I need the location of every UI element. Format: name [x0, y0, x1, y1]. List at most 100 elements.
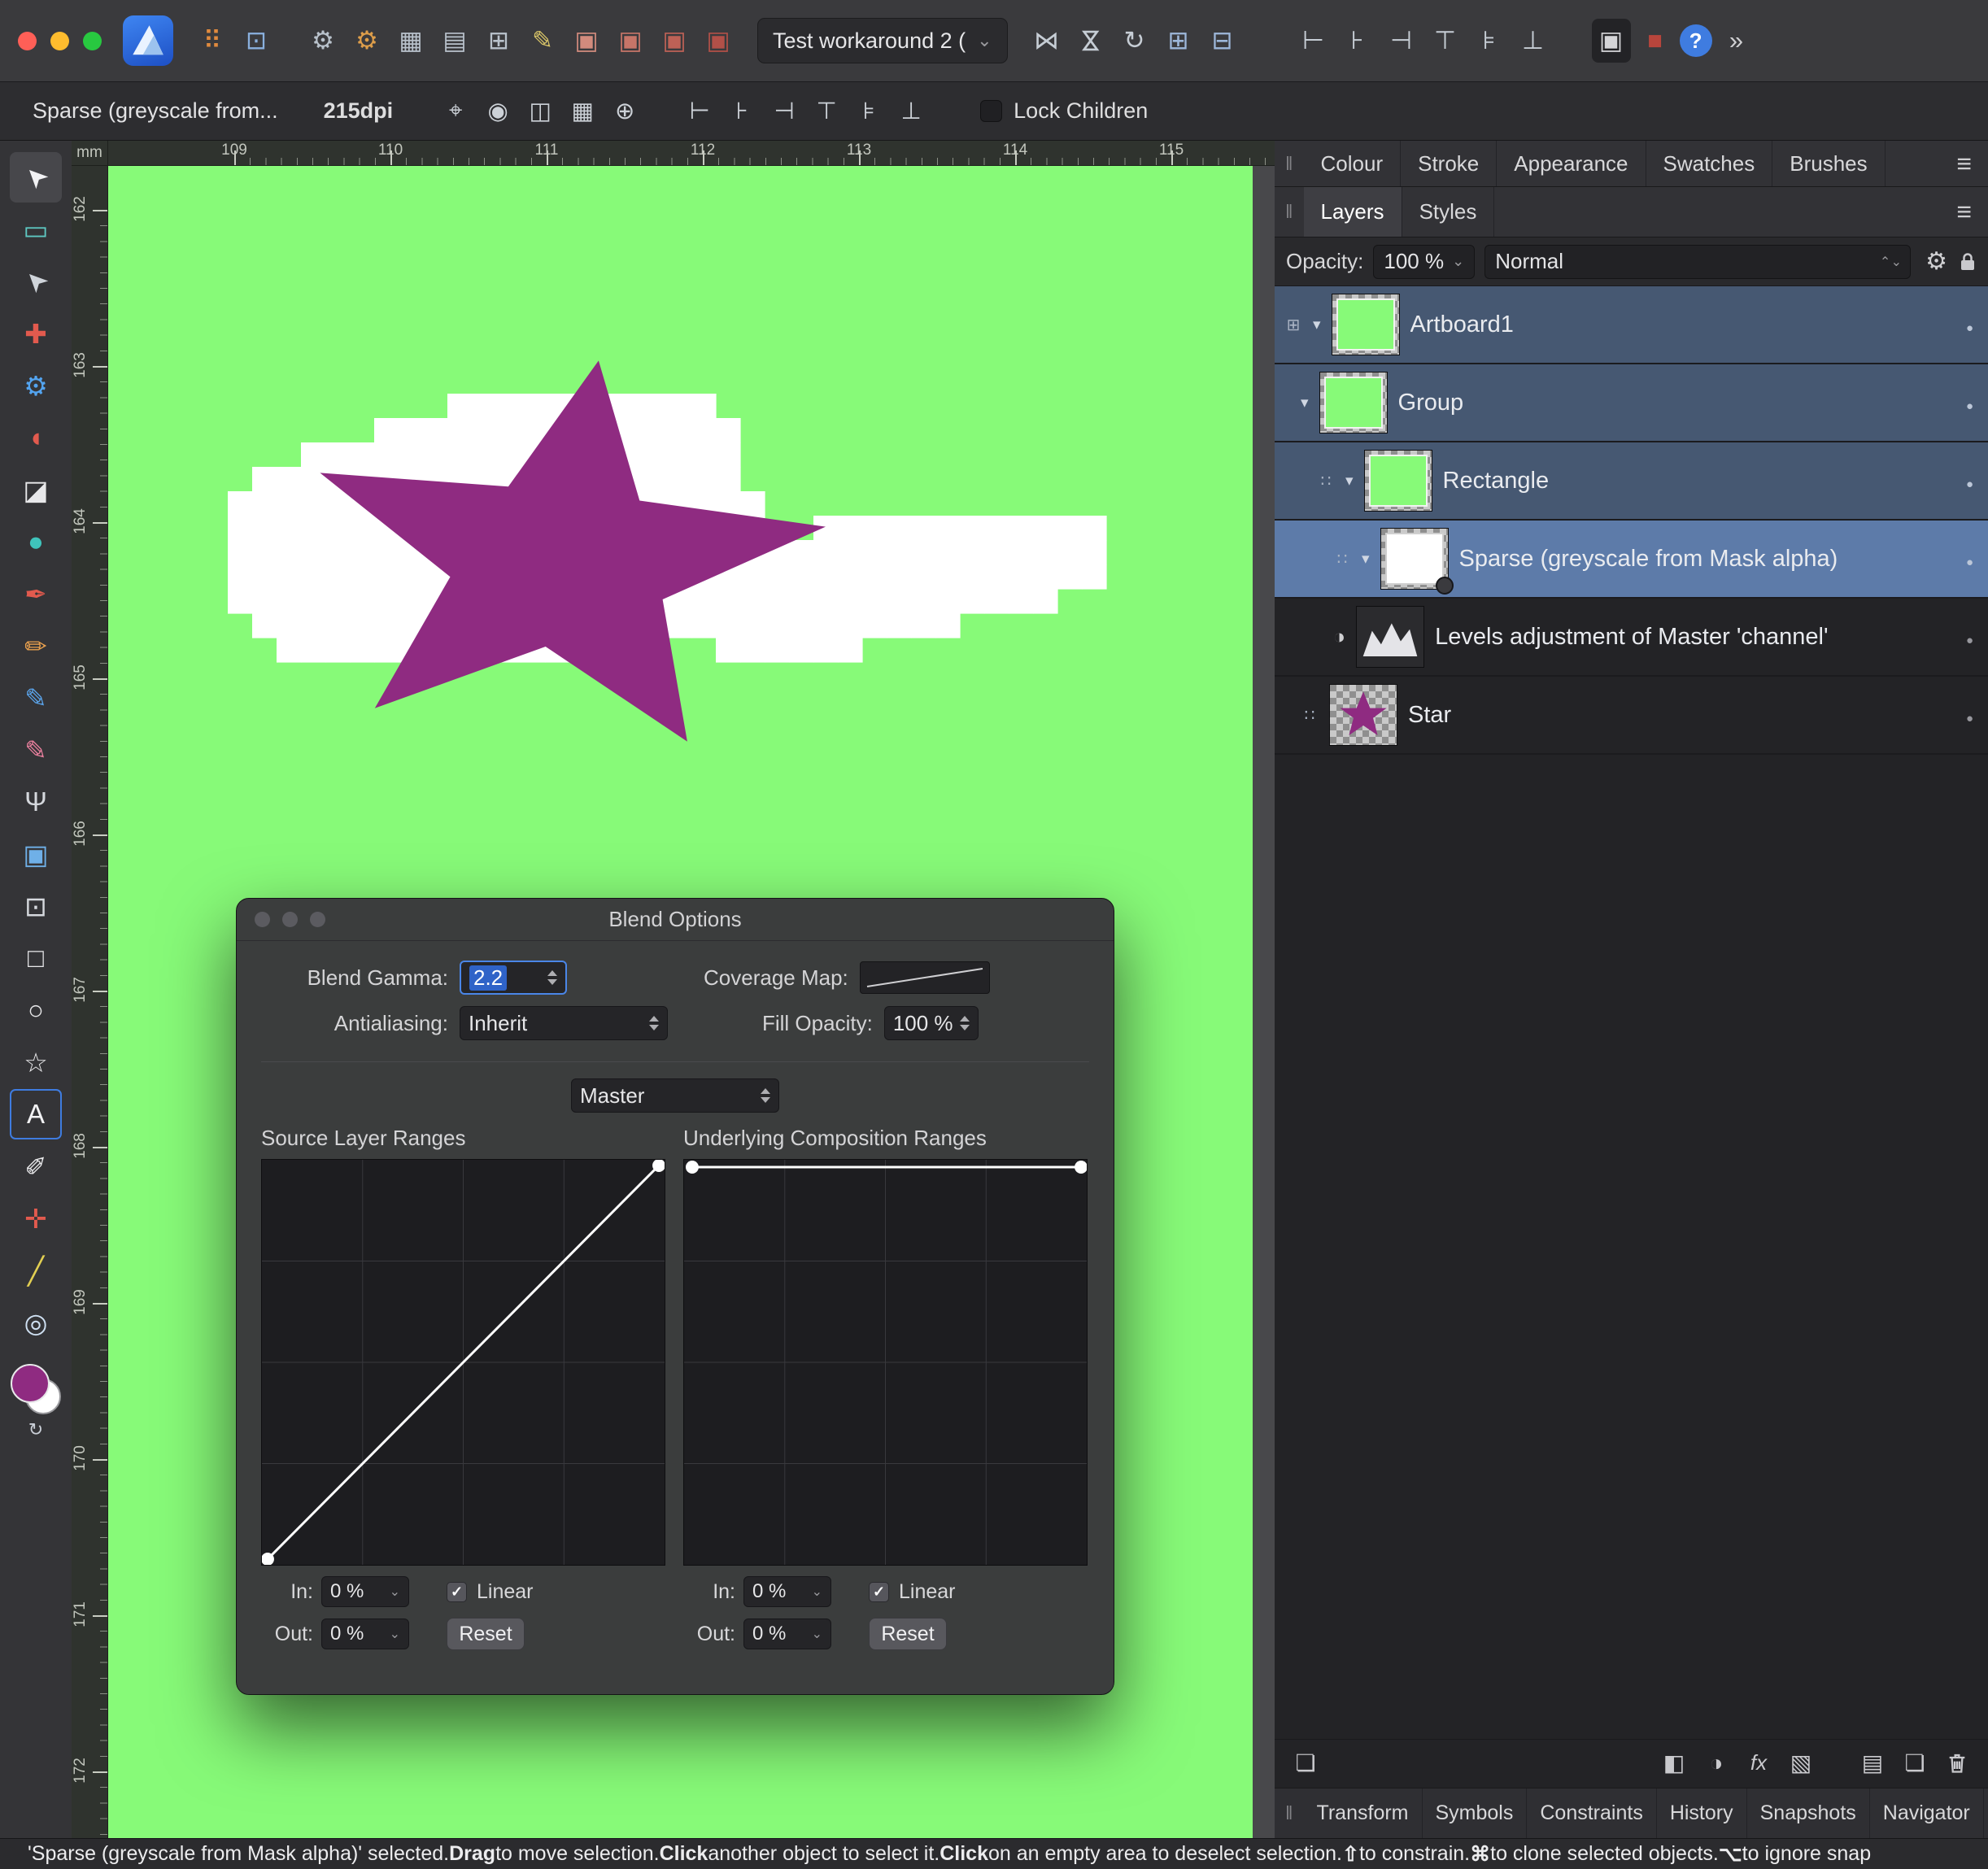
flip-horizontal-icon[interactable]: ⋈: [1027, 19, 1066, 63]
layer-row[interactable]: ∷▾Rectangle: [1275, 442, 1988, 521]
layer-visibility-dot[interactable]: [1966, 624, 1973, 651]
expand-chevron-icon[interactable]: ▾: [1313, 316, 1321, 334]
rectangle-tool[interactable]: □: [10, 933, 62, 983]
layer-visibility-dot[interactable]: [1966, 390, 1973, 416]
insert-target-icon[interactable]: ▣: [1592, 19, 1631, 63]
blend-options-gear-icon[interactable]: ⚙: [1925, 247, 1947, 276]
opacity-select[interactable]: 100 %: [1373, 245, 1475, 279]
tab-history[interactable]: History: [1657, 1788, 1747, 1838]
tab-colour[interactable]: Colour: [1304, 141, 1402, 186]
insert-artboard-icon[interactable]: ⊕: [606, 91, 643, 132]
fill-stroke-colour-well[interactable]: [9, 1362, 63, 1416]
blend-gamma-input[interactable]: 2.2: [460, 961, 567, 995]
source-out-input[interactable]: 0 %: [321, 1618, 409, 1649]
blend-mode-select[interactable]: Normal: [1484, 245, 1911, 279]
align-top-icon[interactable]: ⊤: [808, 91, 845, 132]
adjustment-toggle-icon[interactable]: ◑: [1333, 625, 1345, 649]
flip-vertical-icon[interactable]: ⋈: [1069, 21, 1113, 60]
layer-effects-icon[interactable]: fx: [1741, 1744, 1777, 1783]
layer-thumbnail[interactable]: [1364, 450, 1432, 512]
node-tool[interactable]: ➤: [10, 256, 62, 307]
preferences-gear-icon[interactable]: ⚙: [347, 19, 386, 63]
panel-menu-icon[interactable]: ≡: [1940, 197, 1988, 227]
rotate-icon[interactable]: ↻: [1115, 19, 1154, 63]
align-right-icon[interactable]: ⊣: [765, 91, 803, 132]
panel-drag-handle[interactable]: ‖: [1275, 201, 1304, 223]
underlying-out-input[interactable]: 0 %: [743, 1618, 831, 1649]
underlying-reset-button[interactable]: Reset: [869, 1618, 947, 1650]
source-reset-button[interactable]: Reset: [447, 1618, 525, 1650]
pixel-grid-icon[interactable]: ▤: [435, 19, 474, 63]
channel-select[interactable]: Master: [571, 1078, 779, 1113]
artboard-tool[interactable]: ▭: [10, 204, 62, 255]
expand-chevron-icon[interactable]: ▾: [1362, 550, 1370, 569]
delete-layer-icon[interactable]: [1939, 1744, 1975, 1783]
move-tool[interactable]: ➤: [10, 152, 62, 203]
align-left-icon[interactable]: ⊢: [681, 91, 718, 132]
layer-visibility-dot[interactable]: [1966, 468, 1973, 494]
lock-icon[interactable]: [1959, 251, 1977, 272]
document-setup-gear-icon[interactable]: ⚙: [303, 19, 342, 63]
layer-thumbnail[interactable]: [1319, 372, 1388, 433]
expand-chevron-icon[interactable]: ▾: [1345, 472, 1354, 490]
tab-appearance[interactable]: Appearance: [1497, 141, 1646, 186]
pen-tool[interactable]: ✒: [10, 569, 62, 619]
layer-thumbnail[interactable]: [1329, 684, 1397, 746]
move-backward-icon[interactable]: ⊟: [1203, 19, 1242, 63]
new-pixel-layer-icon[interactable]: ▤: [1855, 1744, 1890, 1783]
layer-thumbnail[interactable]: [1332, 294, 1400, 355]
tab-constraints[interactable]: Constraints: [1527, 1788, 1656, 1838]
document-title[interactable]: Test workaround 2 (: [757, 18, 1008, 63]
new-layer-icon[interactable]: ❏: [1897, 1744, 1933, 1783]
lock-children-checkbox[interactable]: Lock Children: [980, 98, 1148, 124]
vertical-ruler[interactable]: 162163164165166167168169170171172: [72, 166, 108, 1838]
tab-stroke[interactable]: Stroke: [1401, 141, 1497, 186]
align-center-icon[interactable]: ⊦: [723, 91, 761, 132]
crop-tool[interactable]: ⊡: [10, 881, 62, 931]
align-middle-icon[interactable]: ⊧: [1470, 19, 1509, 63]
align-bottom-icon[interactable]: ⊥: [892, 91, 930, 132]
underlying-linear-checkbox[interactable]: [869, 1582, 889, 1602]
swap-colours-icon[interactable]: ↻: [28, 1419, 43, 1440]
align-center-icon[interactable]: ⊦: [1338, 19, 1377, 63]
highlight-swatch-icon[interactable]: ■: [1636, 19, 1675, 63]
dialog-minimize-button[interactable]: [282, 912, 298, 927]
measure-tool[interactable]: ╱: [10, 1245, 62, 1296]
layer-row[interactable]: ◑Levels adjustment of Master 'channel': [1275, 599, 1988, 677]
align-left-icon[interactable]: ⊢: [1294, 19, 1333, 63]
close-window-button[interactable]: [18, 32, 37, 50]
star-tool[interactable]: ☆: [10, 1037, 62, 1087]
source-layer-ranges-graph[interactable]: [261, 1159, 665, 1566]
panel-drag-handle[interactable]: ‖: [1275, 153, 1304, 175]
dialog-zoom-button[interactable]: [310, 912, 325, 927]
expand-chevron-icon[interactable]: ▾: [1301, 394, 1309, 412]
gradient-tool[interactable]: ◪: [10, 464, 62, 515]
layer-row[interactable]: ∷▾Sparse (greyscale from Mask alpha): [1275, 521, 1988, 599]
dialog-titlebar[interactable]: Blend Options: [237, 899, 1114, 941]
panel-menu-icon[interactable]: ≡: [1984, 1798, 1988, 1828]
snapping-candidates-icon[interactable]: ⊞: [479, 19, 518, 63]
layer-visibility-dot[interactable]: [1966, 546, 1973, 573]
underlying-composition-ranges-graph[interactable]: [683, 1159, 1088, 1566]
fill-opacity-select[interactable]: 100 %: [884, 1006, 979, 1040]
help-icon[interactable]: ?: [1680, 24, 1712, 57]
panel-drag-handle[interactable]: ‖: [1275, 1802, 1304, 1824]
layer-thumbnail[interactable]: [1356, 606, 1424, 668]
colour-picker-tool[interactable]: ✛: [10, 1193, 62, 1244]
tab-brushes[interactable]: Brushes: [1772, 141, 1885, 186]
point-transform-tool[interactable]: ✚: [10, 308, 62, 359]
mask-layer-icon[interactable]: ◧: [1656, 1744, 1692, 1783]
align-middle-icon[interactable]: ⊧: [850, 91, 887, 132]
dialog-close-button[interactable]: [255, 912, 270, 927]
panel-menu-icon[interactable]: ≡: [1940, 149, 1988, 179]
pencil-tool[interactable]: ✏: [10, 621, 62, 671]
coverage-map-widget[interactable]: [860, 961, 990, 994]
affinity-app-icon[interactable]: [123, 15, 173, 66]
cycle-selection-icon[interactable]: ◉: [479, 91, 517, 132]
edit-all-layers-toggle-icon[interactable]: ◫: [521, 91, 559, 132]
source-linear-checkbox[interactable]: [447, 1582, 467, 1602]
text-tool[interactable]: A: [10, 1089, 62, 1139]
zoom-tool[interactable]: ◎: [10, 1297, 62, 1348]
horizontal-ruler[interactable]: 109110111112113114115: [108, 141, 1275, 166]
tab-symbols[interactable]: Symbols: [1423, 1788, 1528, 1838]
